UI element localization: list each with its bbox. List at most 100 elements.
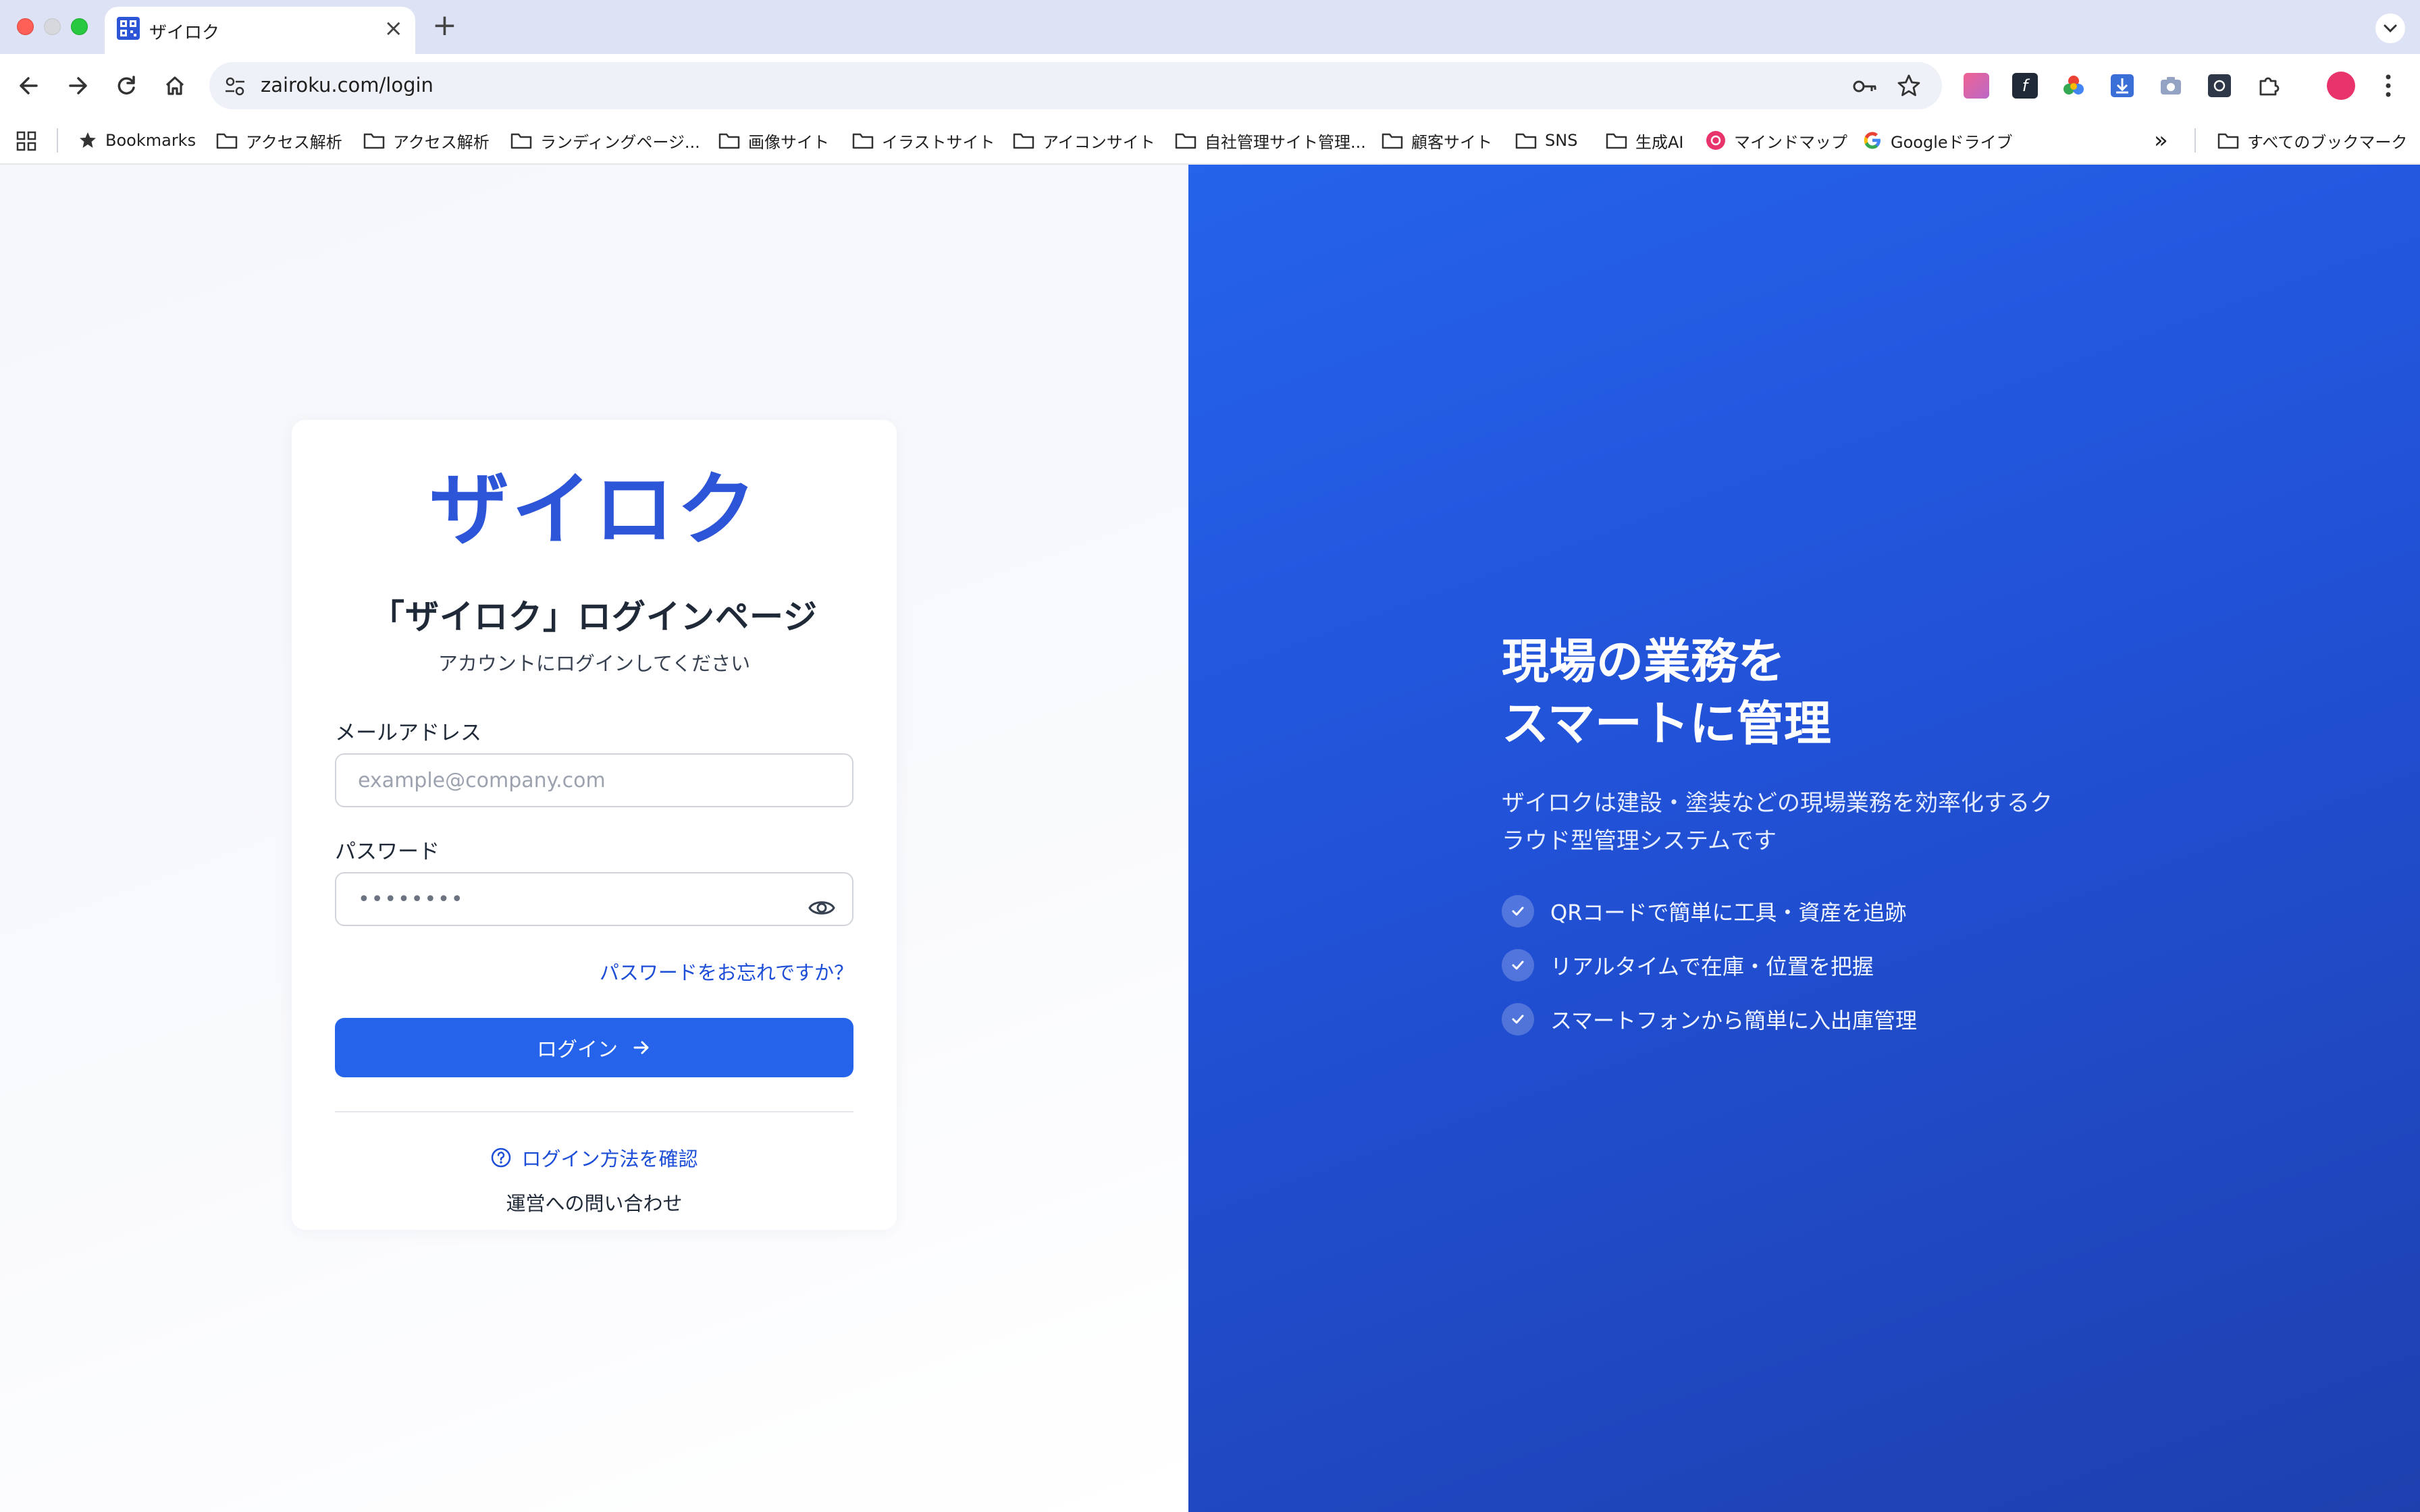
zairoku-logo: ザイロク [432,467,756,548]
bookmark-star-icon[interactable] [1896,73,1922,99]
bookmark-folder[interactable]: 顧客サイト [1382,127,1492,154]
tab-title: ザイロク [149,23,220,43]
bookmark-folder[interactable]: イラストサイト [852,127,995,154]
bookmark-label: Bookmarks [105,131,196,150]
bookmark-separator [57,128,58,153]
hero-title: 現場の業務を スマートに管理 [1502,630,1831,755]
help-circle-icon [492,1148,511,1168]
login-howto-label: ログイン方法を確認 [521,1148,698,1170]
folder-icon [510,133,532,149]
hero-description-line: ラウド型管理システムです [1502,828,1777,855]
chevron-down-icon [2384,24,2397,33]
folder-icon [1175,133,1196,149]
extension-formula-icon[interactable]: f [2012,73,2038,99]
bookmarks-bar: Bookmarks アクセス解析 アクセス解析 ランディングページ... 画像サ… [0,117,2420,165]
bookmark-folder[interactable]: ランディングページ... [510,127,700,154]
feature-item: スマートフォンから簡単に入出庫管理 [1502,1003,1917,1035]
login-button-label: ログイン [537,1038,618,1062]
hero-panel: 現場の業務を スマートに管理 ザイロクは建設・塗装などの現場業務を効率化するク … [1188,165,2420,1512]
bookmark-label: アクセス解析 [246,132,342,152]
bookmark-label: SNS [1545,131,1578,150]
contact-link[interactable]: 運営への問い合わせ [292,1188,897,1216]
eye-icon[interactable] [808,896,836,919]
folder-icon [852,133,874,149]
browser-tab-active[interactable]: ザイロク × [105,7,415,54]
email-label: メールアドレス [335,721,481,745]
window-close-button[interactable] [17,18,34,35]
check-icon [1502,949,1534,981]
bookmark-folder[interactable]: アクセス解析 [216,127,342,154]
bookmark-label: 画像サイト [748,132,829,152]
apps-grid-icon[interactable] [16,131,36,151]
window-minimize-button[interactable] [44,18,61,35]
bookmark-label: すべてのブックマーク [2247,132,2408,152]
bookmark-label: 顧客サイト [1411,132,1492,152]
svg-text:ザイロク: ザイロク [432,467,756,548]
key-icon[interactable] [1851,74,1878,99]
download-icon[interactable] [2109,73,2135,99]
all-bookmarks-folder[interactable]: すべてのブックマーク [2217,127,2407,154]
divider [335,1111,853,1112]
extension-color-wheel-icon[interactable] [2061,73,2086,99]
extensions-puzzle-icon[interactable] [2255,73,2281,99]
browser-menu-icon[interactable] [2378,72,2398,100]
bookmarks-overflow-button[interactable]: » [2154,127,2168,154]
address-bar[interactable]: zairoku.com/login [209,62,1942,109]
bookmark-label: マインドマップ [1734,132,1847,152]
bookmark-folder[interactable]: アイコンサイト [1013,127,1155,154]
profile-avatar[interactable] [2327,72,2355,100]
bookmark-label: アイコンサイト [1043,132,1155,152]
feature-item: リアルタイムで在庫・位置を把握 [1502,949,1874,981]
bookmark-label: イラストサイト [882,132,995,152]
back-arrow-icon[interactable] [12,69,46,103]
forward-arrow-icon[interactable] [61,69,95,103]
bookmark-label: 生成AI [1635,132,1684,152]
bookmark-item[interactable]: Googleドライブ [1862,127,2013,154]
folder-icon [718,133,740,149]
window-zoom-button[interactable] [71,18,88,35]
bookmark-folder[interactable]: 生成AI [1606,127,1684,154]
camera-icon[interactable] [2158,73,2184,99]
login-howto-link[interactable]: ログイン方法を確認 [292,1143,897,1172]
bookmark-folder[interactable]: 自社管理サイト管理... [1175,127,1366,154]
email-field[interactable] [335,753,853,807]
google-icon [1864,132,1880,149]
login-subtitle: アカウントにログインしてください [438,652,751,675]
tab-search-button[interactable] [2375,14,2405,43]
folder-icon [1515,133,1537,149]
bookmark-folder[interactable]: アクセス解析 [363,127,490,154]
bookmark-label: ランディングページ... [540,132,700,152]
reload-icon[interactable] [109,69,143,103]
bookmark-item[interactable]: マインドマップ [1706,127,1847,154]
folder-icon [216,133,238,149]
bookmark-label: アクセス解析 [393,132,490,152]
folder-icon [2217,133,2239,149]
star-icon [80,132,96,148]
new-tab-button[interactable]: + [432,8,457,43]
login-button[interactable]: ログイン [335,1018,853,1077]
mindmap-icon [1706,131,1725,150]
feature-label: リアルタイムで在庫・位置を把握 [1550,954,1874,979]
check-icon [1502,1003,1534,1035]
extension-dark-icon[interactable] [2207,73,2232,99]
site-settings-icon[interactable] [223,74,247,99]
bookmark-label: 自社管理サイト管理... [1205,132,1366,152]
feature-label: QRコードで簡単に工具・資産を追跡 [1550,900,1907,925]
forgot-password-link[interactable]: パスワードをお忘れですか？ [600,957,853,986]
url-text[interactable]: zairoku.com/login [261,74,433,97]
folder-icon [1013,133,1034,149]
bookmark-folder[interactable]: SNS [1515,127,1577,154]
extension-gradient-icon[interactable] [1964,73,1989,99]
arrow-right-icon [633,1041,649,1054]
bookmark-folder[interactable]: 画像サイト [718,127,829,154]
login-title: 「ザイロク」ログインページ [371,597,818,637]
feature-item: QRコードで簡単に工具・資産を追跡 [1502,895,1906,927]
hero-description-line: ザイロクは建設・塗装などの現場業務を効率化するク [1502,790,2053,817]
tab-close-icon[interactable]: × [384,15,404,42]
bookmark-item[interactable]: Bookmarks [78,127,196,154]
password-field[interactable] [335,872,853,926]
browser-tab-bar: ザイロク × + [0,0,2420,54]
bookmark-separator [2194,128,2196,153]
home-icon[interactable] [158,69,192,103]
feature-label: スマートフォンから簡単に入出庫管理 [1550,1008,1918,1033]
